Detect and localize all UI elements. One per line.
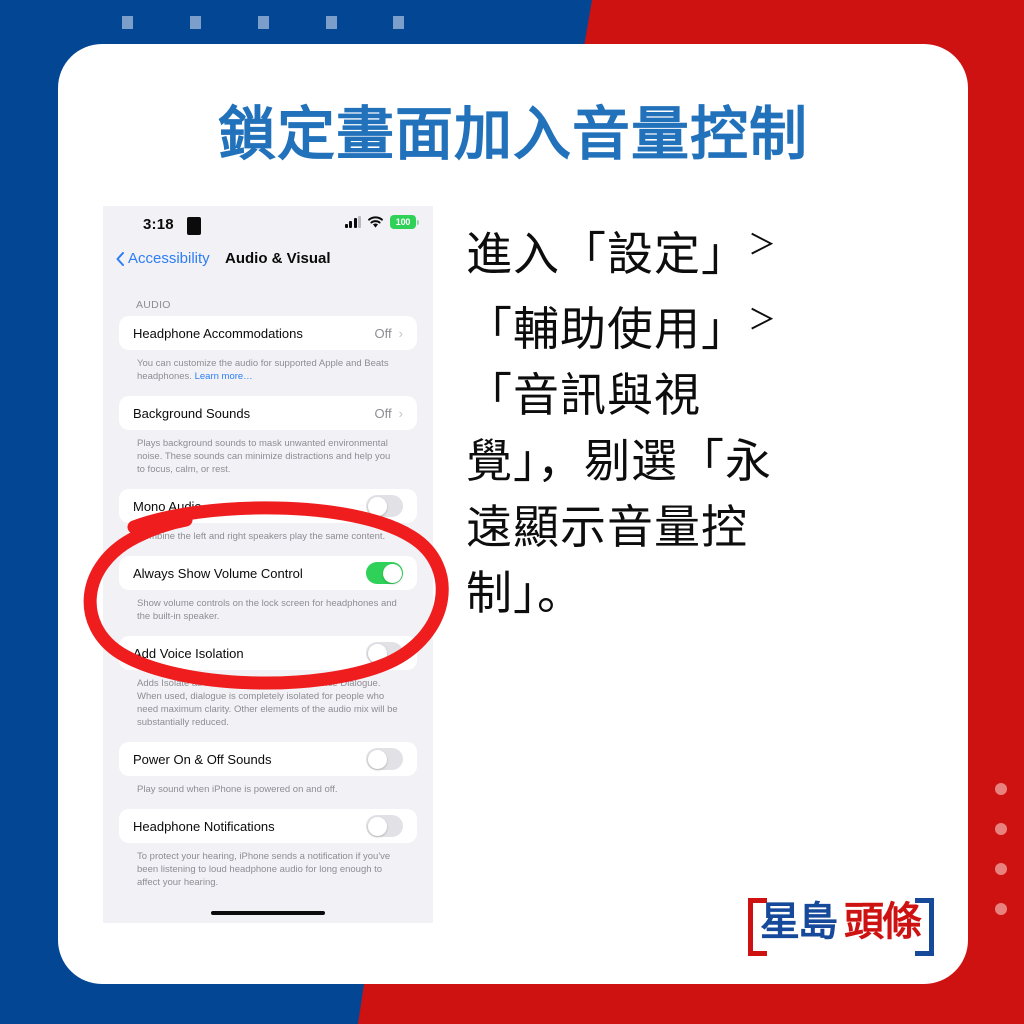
instruction-line-2: 「輔助使用」＞ [466,287,886,362]
row-label: Power On & Off Sounds [133,751,272,767]
decorative-mark-1 [122,16,133,29]
toggle-knob [367,496,387,516]
instruction-gt-2: ＞ [748,303,778,336]
status-bar-time: 3:18 [143,216,174,233]
row-note: Combine the left and right speakers play… [137,531,386,542]
sing-tao-logo: 星島 頭條 [748,898,934,956]
battery-percent-label: 100 [395,217,411,227]
row-headphone-accommodations[interactable]: Headphone Accommodations Off › [119,316,417,350]
row-label: Mono Audio [133,498,202,514]
home-indicator [211,911,325,915]
row-note: Plays background sounds to mask unwanted… [137,438,391,475]
row-background-sounds[interactable]: Background Sounds Off › [119,396,417,430]
phone-screenshot: 3:18 100 Accessibility Audio & Visual AU… [103,206,433,923]
toggle-always-show-volume-control[interactable] [366,562,403,584]
toggle-knob [367,749,387,769]
row-always-show-volume-control[interactable]: Always Show Volume Control [119,556,417,590]
row-label: Background Sounds [133,405,251,421]
row-label: Headphone Accommodations [133,325,303,341]
toggle-headphone-notifications[interactable] [366,815,403,837]
row-note-text: You can customize the audio for supporte… [137,358,389,382]
row-label: Add Voice Isolation [133,645,244,661]
page-title: 鎖定畫面加入音量控制 [217,100,808,168]
cellular-signal-icon [344,216,361,228]
row-note: Show volume controls on the lock screen … [137,598,397,622]
row-accessory: Off › [375,326,403,341]
logo-text-red: 頭條 [844,899,922,945]
row-power-on-off-sounds[interactable]: Power On & Off Sounds [119,742,417,776]
decorative-dot-2 [995,823,1007,835]
decorative-mark-3 [258,16,269,29]
row-value: Off [374,325,392,341]
row-headphone-notifications[interactable]: Headphone Notifications [119,809,417,843]
instruction-gt-1: ＞ [748,228,778,261]
toggle-knob [367,643,387,663]
instruction-text: 進入「設定」＞ 「輔助使用」＞ 「音訊與視 覺」，剔選「永 遠顯示音量控 制」。 [466,212,886,626]
learn-more-link[interactable]: Learn more… [195,371,253,382]
row-note: You can customize the audio for supporte… [119,350,417,396]
back-button[interactable]: Accessibility [116,250,210,267]
row-mono-audio[interactable]: Mono Audio [119,489,417,523]
back-button-label: Accessibility [128,250,210,267]
instruction-line-1-text: 進入「設定」 [466,227,748,281]
decorative-mark-5 [393,16,404,29]
row-value: Off [374,405,392,421]
lock-icon [187,217,201,235]
toggle-add-voice-isolation[interactable] [366,642,403,664]
row-add-voice-isolation[interactable]: Add Voice Isolation [119,636,417,670]
decorative-mark-2 [190,16,201,29]
row-label: Always Show Volume Control [133,565,303,581]
nav-title: Audio & Visual [225,250,331,267]
decorative-dot-1 [995,783,1007,795]
chevron-right-icon: › [398,325,403,341]
battery-icon: 100 [390,215,419,229]
logo-text-blue: 星島 [760,899,838,945]
instruction-line-6: 制」。 [466,566,584,620]
instruction-line-5: 遠顯示音量控 [466,500,748,554]
logo-bracket-right [915,898,934,956]
poster-canvas: 鎖定畫面加入音量控制 3:18 100 Accessibility Audio … [0,0,1024,1024]
toggle-knob [382,563,402,583]
row-label: Headphone Notifications [133,818,275,834]
decorative-dot-3 [995,863,1007,875]
settings-list: Headphone Accommodations Off › You can c… [103,316,433,902]
chevron-right-icon: › [398,405,403,421]
status-bar-indicators: 100 [344,215,419,229]
decorative-dot-4 [995,903,1007,915]
instruction-line-1: 進入「設定」＞ [466,212,886,287]
toggle-power-on-off-sounds[interactable] [366,748,403,770]
status-bar: 3:18 100 [103,206,433,246]
section-header-audio: AUDIO [136,299,171,311]
row-note: Play sound when iPhone is powered on and… [137,784,338,795]
toggle-mono-audio[interactable] [366,495,403,517]
row-note: Adds Isolate as an additional option to … [137,678,398,728]
instruction-line-4: 覺」，剔選「永 [466,434,772,488]
row-accessory: Off › [375,406,403,421]
nav-bar: Accessibility Audio & Visual [103,246,433,280]
instruction-line-3: 「音訊與視 [466,368,701,422]
instruction-line-2-text: 「輔助使用」 [466,302,748,356]
wifi-icon [368,215,383,228]
decorative-mark-4 [326,16,337,29]
chevron-left-icon [116,251,124,266]
toggle-knob [367,816,387,836]
row-note: To protect your hearing, iPhone sends a … [137,851,391,888]
